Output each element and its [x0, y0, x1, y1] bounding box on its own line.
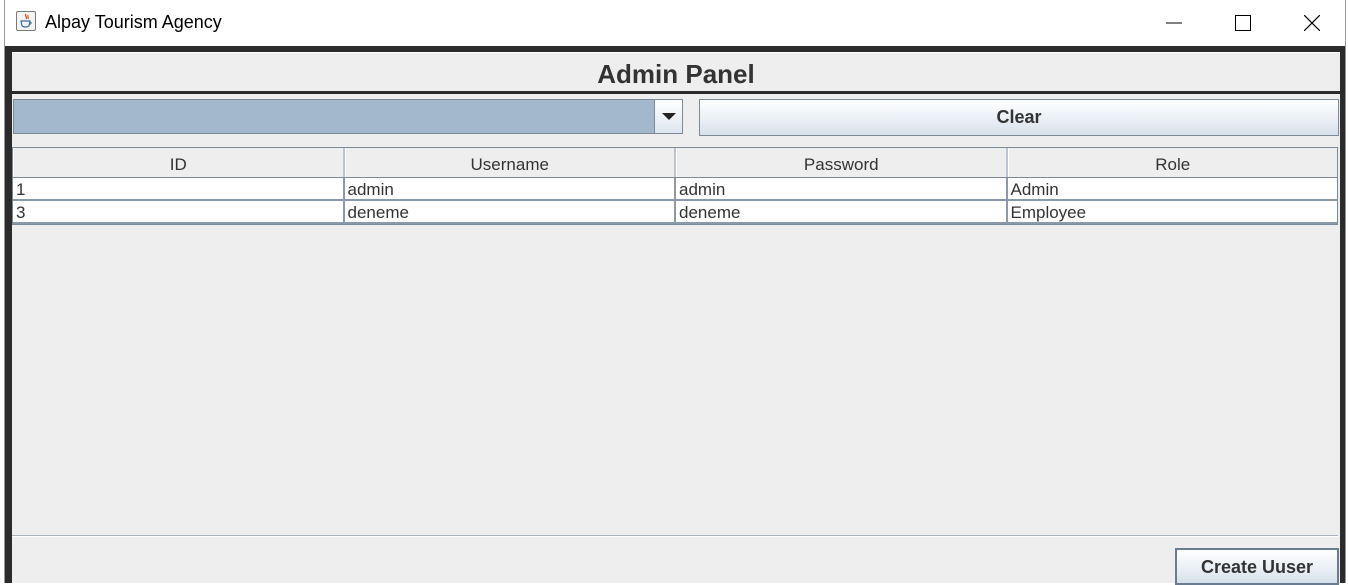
- java-app-icon: [16, 11, 36, 31]
- column-header-role[interactable]: Role: [1007, 148, 1338, 177]
- header-bar: Admin Panel: [12, 52, 1340, 91]
- divider-highlight: [12, 536, 1338, 537]
- create-user-button[interactable]: Create Uuser: [1175, 548, 1339, 585]
- title-bar[interactable]: Alpay Tourism Agency: [5, 0, 1345, 46]
- window-frame: Admin Panel Clear ID Username Password R…: [5, 46, 1345, 585]
- table-header: ID Username Password Role: [13, 148, 1337, 178]
- cell-username[interactable]: admin: [345, 178, 676, 199]
- app-window: Alpay Tourism Agency Admin Panel Clear I…: [4, 0, 1346, 585]
- cell-username[interactable]: deneme: [345, 201, 676, 222]
- close-button[interactable]: [1277, 0, 1347, 46]
- table-row[interactable]: 1 admin admin Admin: [13, 178, 1337, 201]
- cell-password[interactable]: admin: [676, 178, 1008, 199]
- minimize-icon: [1166, 22, 1182, 24]
- cell-password[interactable]: deneme: [676, 201, 1008, 222]
- combobox-arrow-button[interactable]: [654, 100, 682, 133]
- table-row[interactable]: 3 deneme deneme Employee: [13, 201, 1337, 224]
- maximize-button[interactable]: [1208, 0, 1278, 46]
- cell-id[interactable]: 3: [13, 201, 345, 222]
- cell-role[interactable]: Employee: [1008, 201, 1338, 222]
- filter-combobox[interactable]: [13, 99, 683, 134]
- users-table: ID Username Password Role 1 admin admin …: [12, 147, 1338, 225]
- column-header-username[interactable]: Username: [344, 148, 676, 177]
- content-pane: Admin Panel Clear ID Username Password R…: [12, 50, 1340, 585]
- close-icon: [1304, 15, 1320, 31]
- cell-id[interactable]: 1: [13, 178, 345, 199]
- column-header-id[interactable]: ID: [13, 148, 345, 177]
- minimize-button[interactable]: [1139, 0, 1209, 46]
- maximize-icon: [1235, 15, 1251, 31]
- cell-role[interactable]: Admin: [1008, 178, 1338, 199]
- window-title: Alpay Tourism Agency: [45, 12, 222, 32]
- main-panel: Clear ID Username Password Role 1 admin …: [12, 94, 1340, 585]
- page-title: Admin Panel: [597, 59, 755, 89]
- clear-button[interactable]: Clear: [699, 99, 1339, 136]
- column-header-password[interactable]: Password: [676, 148, 1008, 177]
- chevron-down-icon: [662, 113, 676, 120]
